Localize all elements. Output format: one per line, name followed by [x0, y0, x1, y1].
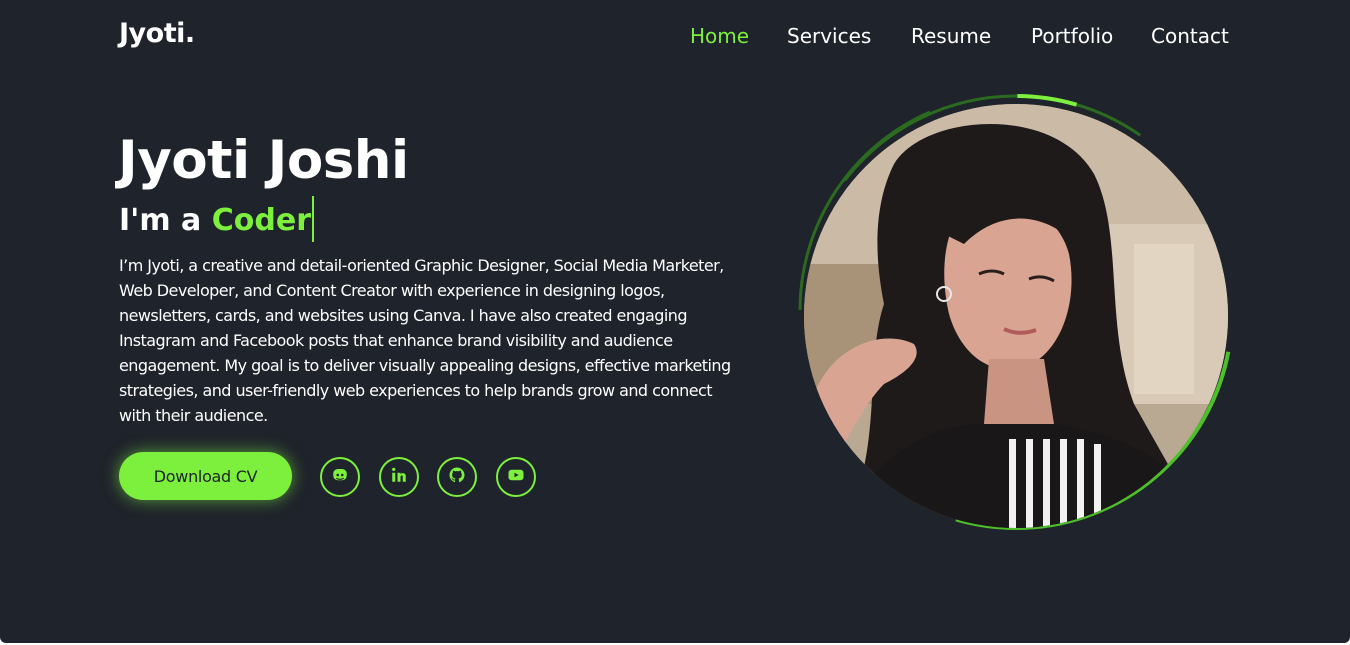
nav-contact[interactable]: Contact: [1151, 24, 1229, 48]
hero-role: I'm a Coder: [119, 196, 314, 242]
discord-icon: [331, 466, 349, 488]
linkedin-link[interactable]: [379, 457, 419, 497]
linkedin-icon: [390, 466, 408, 488]
page: Jyoti. Home Services Resume Portfolio Co…: [0, 0, 1350, 643]
nav-home[interactable]: Home: [690, 24, 749, 48]
profile-photo: [804, 104, 1228, 528]
github-link[interactable]: [437, 457, 477, 497]
main-nav: Home Services Resume Portfolio Contact: [0, 24, 1350, 54]
role-prefix: I'm a: [119, 203, 202, 238]
nav-services[interactable]: Services: [787, 24, 871, 48]
nav-resume[interactable]: Resume: [911, 24, 991, 48]
download-cv-button[interactable]: Download CV: [119, 452, 292, 500]
role-highlight: Coder: [211, 203, 311, 238]
youtube-icon: [507, 466, 525, 488]
youtube-link[interactable]: [496, 457, 536, 497]
hero-bio: I’m Jyoti, a creative and detail-oriente…: [119, 256, 731, 425]
discord-link[interactable]: [320, 457, 360, 497]
nav-portfolio[interactable]: Portfolio: [1031, 24, 1113, 48]
github-icon: [448, 466, 466, 488]
typing-cursor: [312, 196, 314, 242]
hero-name: Jyoti Joshi: [118, 130, 409, 191]
